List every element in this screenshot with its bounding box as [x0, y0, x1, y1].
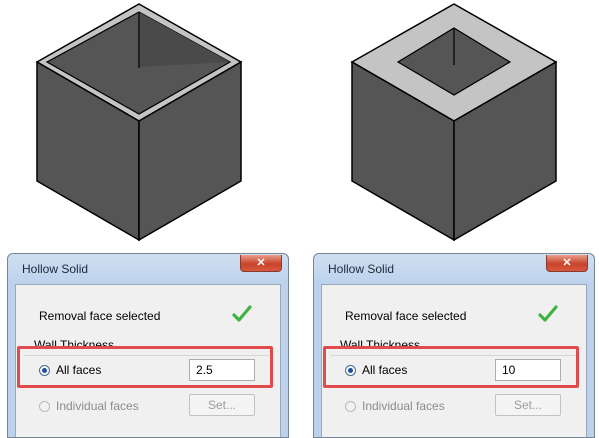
highlight-box	[17, 346, 273, 388]
removal-face-label: Removal face selected	[345, 309, 467, 323]
removal-face-label: Removal face selected	[39, 309, 161, 323]
individual-faces-label: Individual faces	[56, 399, 139, 413]
set-button[interactable]: Set...	[189, 394, 255, 416]
highlight-box	[323, 346, 579, 388]
close-button[interactable]: ✕	[240, 255, 282, 272]
close-icon: ✕	[256, 257, 266, 269]
hollow-cube-thick-wall	[310, 0, 590, 245]
individual-faces-label: Individual faces	[362, 399, 445, 413]
checkmark-icon	[232, 304, 252, 329]
dialog-title: Hollow Solid	[328, 262, 395, 276]
individual-faces-radio[interactable]	[345, 401, 356, 412]
close-button[interactable]: ✕	[546, 255, 588, 272]
set-button[interactable]: Set...	[495, 394, 561, 416]
dialog-title: Hollow Solid	[22, 262, 89, 276]
close-icon: ✕	[562, 257, 572, 269]
hollow-cube-thin-wall	[0, 0, 280, 245]
checkmark-icon	[538, 304, 558, 329]
individual-faces-radio[interactable]	[39, 401, 50, 412]
